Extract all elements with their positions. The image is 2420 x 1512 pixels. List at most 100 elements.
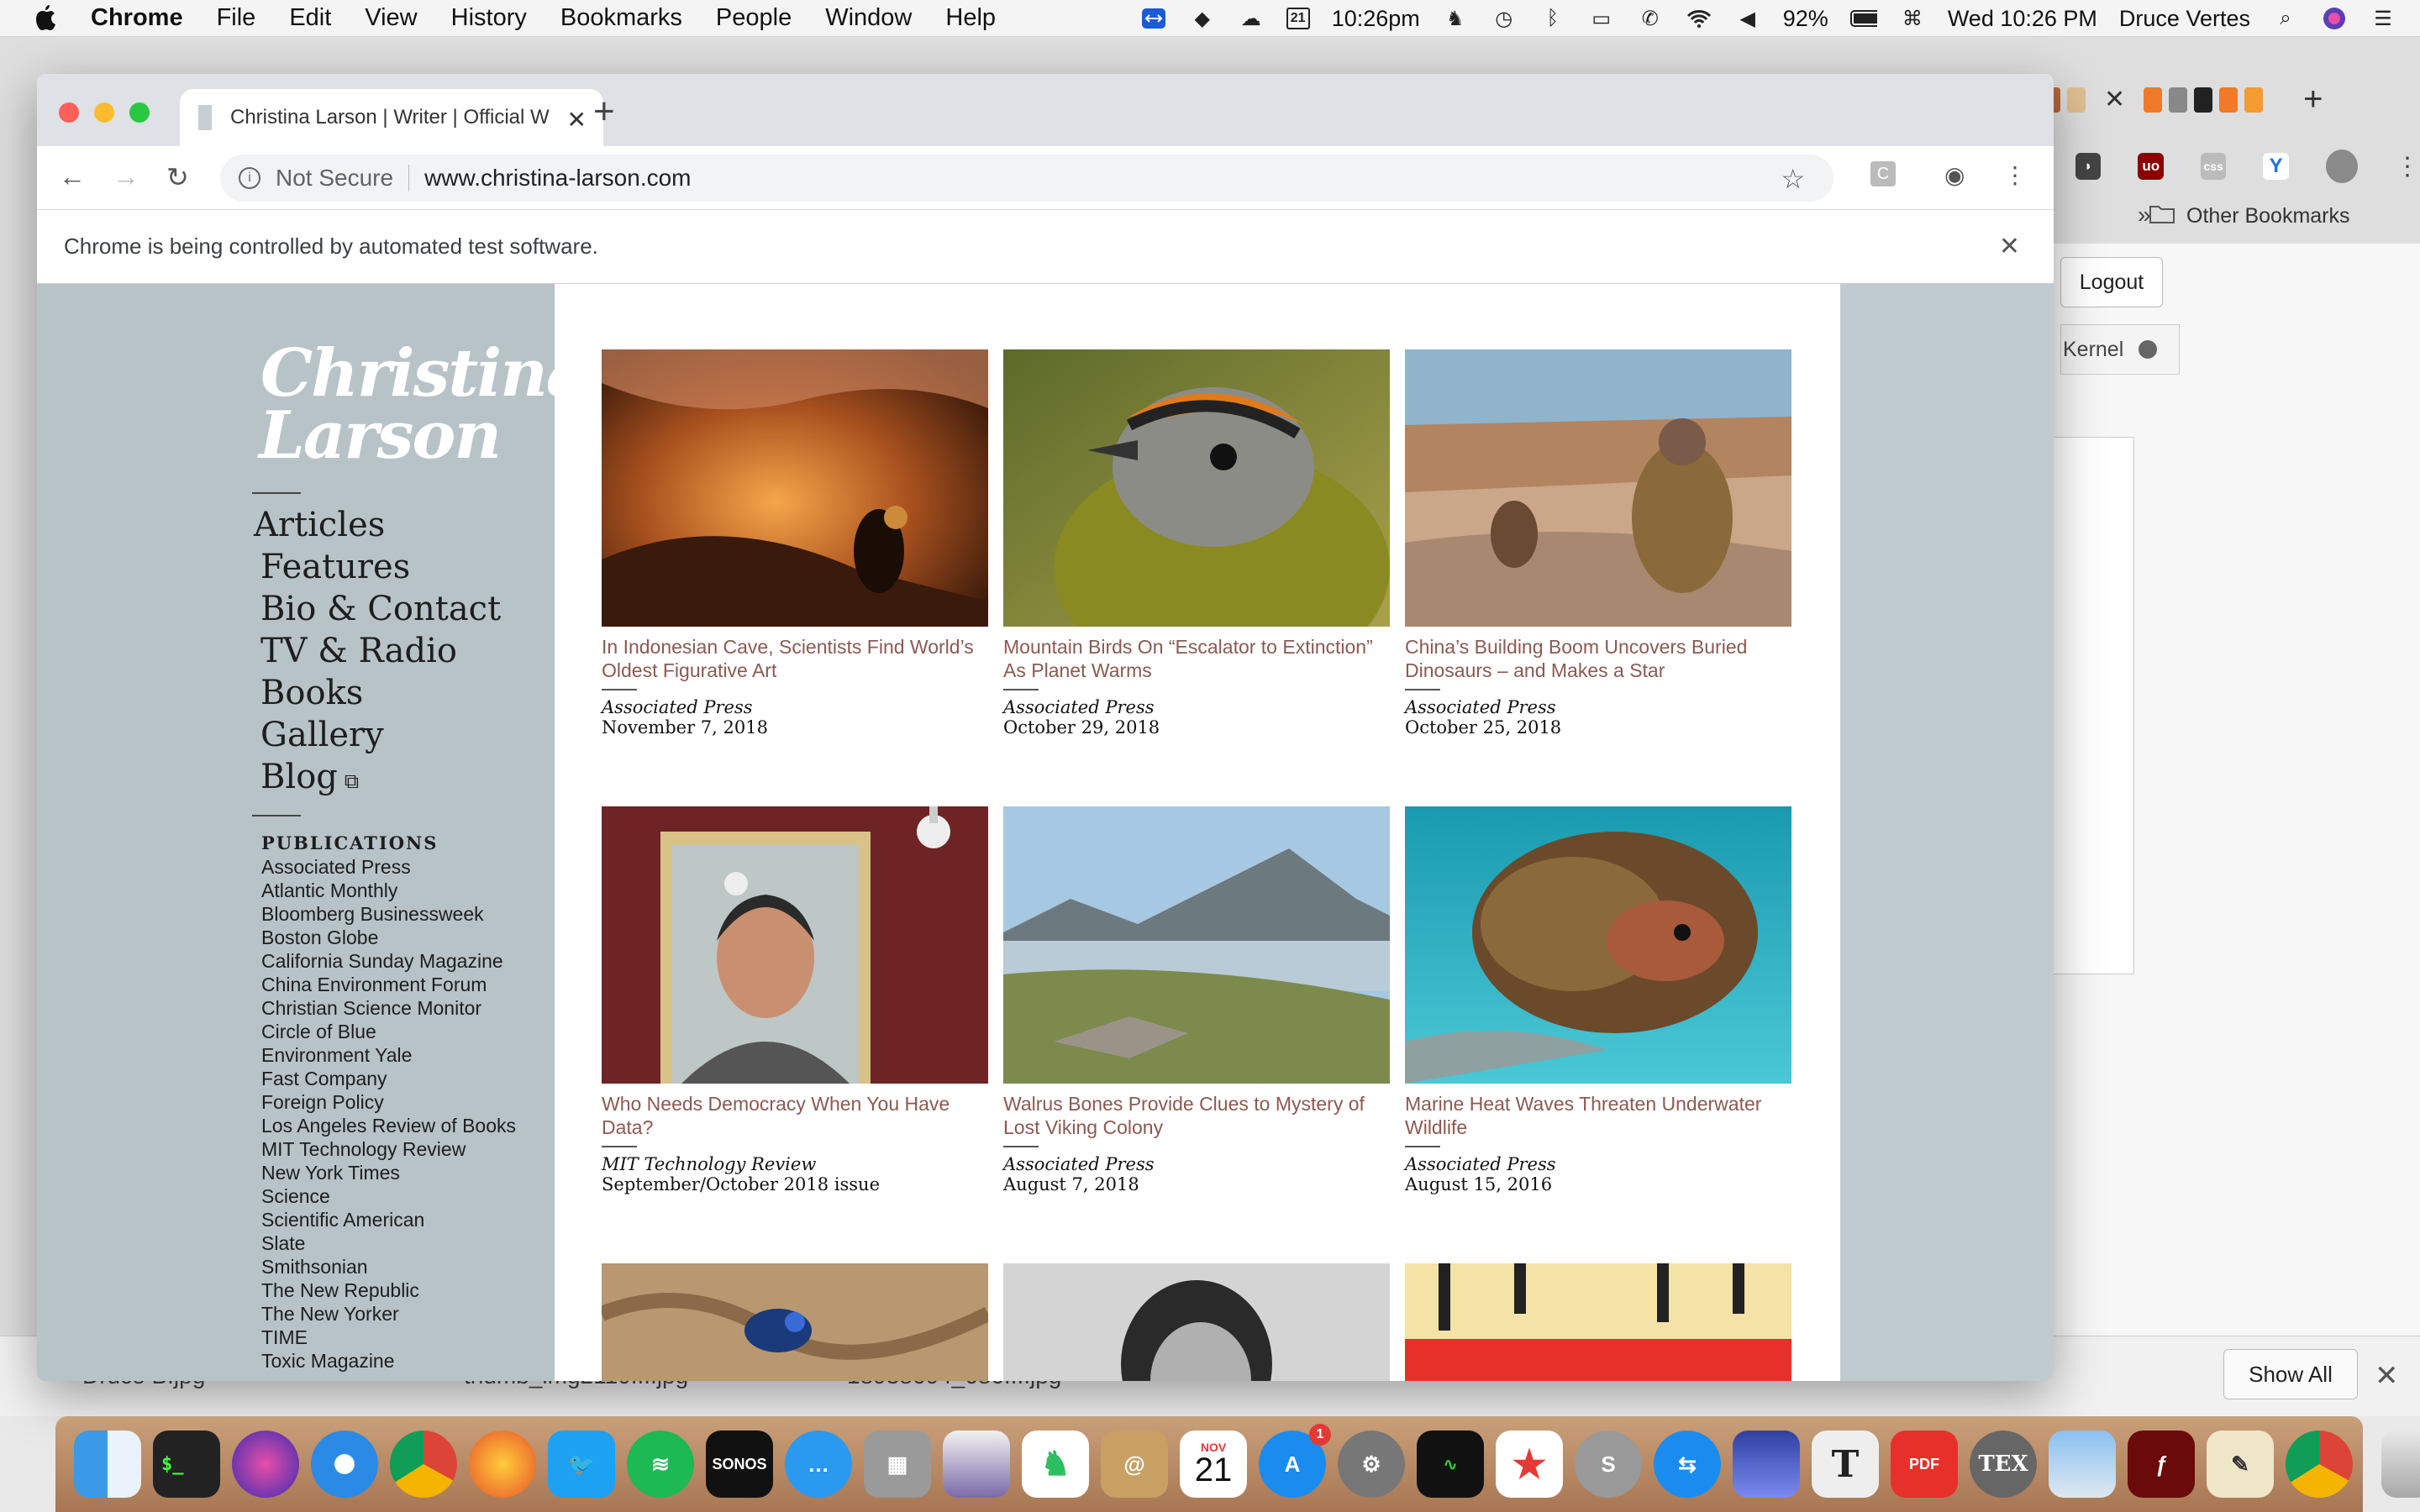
other-bookmarks[interactable]: Other Bookmarks (2149, 203, 2350, 229)
finder-icon[interactable] (74, 1431, 141, 1498)
menubar-clock-short[interactable]: 10:26pm (1332, 6, 1420, 32)
nav-books[interactable]: Books (260, 672, 501, 714)
nav-articles[interactable]: Articles (254, 504, 501, 546)
close-window-button[interactable] (59, 102, 79, 123)
article-image-cave[interactable] (602, 349, 988, 627)
tab-christina-larson[interactable]: Christina Larson | Writer | Official Web… (180, 89, 603, 146)
phone-icon[interactable]: ✆ (1637, 6, 1664, 31)
firefox-icon[interactable] (469, 1431, 536, 1498)
bg-menu-icon[interactable]: ⋮ (2395, 152, 2420, 181)
show-all-downloads-button[interactable]: Show All (2223, 1349, 2358, 1399)
siri-icon[interactable] (2321, 6, 2348, 31)
publication-link[interactable]: The New Yorker (261, 1302, 539, 1326)
extension-c-icon[interactable]: C (1870, 161, 1896, 186)
preview-icon[interactable] (2049, 1431, 2116, 1498)
back-arrow-icon[interactable]: ← (59, 161, 86, 192)
activity-monitor-icon[interactable]: ∿ (1417, 1431, 1484, 1498)
info-icon[interactable]: i (239, 167, 260, 189)
twitter-icon[interactable]: 🐦 (548, 1431, 615, 1498)
spotlight-search-icon[interactable]: ⌕ (2272, 6, 2299, 31)
notification-center-icon[interactable]: ☰ (2370, 6, 2396, 31)
steam-icon[interactable]: S (1575, 1431, 1642, 1498)
tab-close-icon[interactable]: ✕ (567, 106, 587, 134)
keyboard-shortcut-icon[interactable]: ⌘ (1899, 6, 1926, 31)
article-image-dinosaur-dig[interactable] (1405, 349, 1791, 627)
menubar-datetime[interactable]: Wed 10:26 PM (1948, 6, 2097, 32)
bg-new-tab-icon[interactable]: + (2303, 81, 2323, 118)
safari-icon[interactable] (311, 1431, 378, 1498)
calculator-icon[interactable]: ▦ (864, 1431, 931, 1498)
siri-dock-icon[interactable] (232, 1431, 299, 1498)
security-indicator[interactable]: Not Secure (276, 165, 393, 192)
publication-link[interactable]: The New Republic (261, 1278, 539, 1302)
cloud-alert-icon[interactable]: ☁ (1238, 6, 1265, 31)
zoom-window-button[interactable] (129, 102, 150, 123)
chrome-menu-icon[interactable]: ⋮ (2003, 161, 2027, 189)
article-card[interactable]: Who Needs Democracy When You Have Data? … (602, 806, 988, 1194)
publication-link[interactable]: Fast Company (261, 1067, 539, 1090)
article-image-mao-portrait[interactable] (602, 806, 988, 1084)
menu-help[interactable]: Help (945, 4, 996, 32)
article-title[interactable]: In Indonesian Cave, Scientists Find Worl… (602, 635, 988, 682)
bg-tab-favicon[interactable] (2144, 87, 2163, 113)
article-card[interactable]: Mountain Birds On “Escalator to Extincti… (1003, 349, 1390, 738)
profile-icon[interactable]: ◉ (1944, 161, 1965, 189)
chrome-dock-icon-2[interactable] (2286, 1431, 2353, 1498)
article-image-sea-turtle[interactable] (1405, 806, 1791, 1084)
article-image-portrait-bw[interactable] (1003, 1263, 1390, 1381)
article-title[interactable]: Walrus Bones Provide Clues to Mystery of… (1003, 1092, 1390, 1139)
chrome-dock-icon[interactable] (390, 1431, 457, 1498)
infobar-close-icon[interactable]: ✕ (1999, 232, 2020, 261)
calendar-icon[interactable]: NOV 21 (1180, 1431, 1247, 1498)
teamviewer-dock-icon[interactable]: ⇆ (1654, 1431, 1721, 1498)
app-menu-chrome[interactable]: Chrome (91, 4, 183, 32)
url-text[interactable]: www.christina-larson.com (424, 165, 691, 192)
bg-tab-favicon[interactable] (2194, 87, 2213, 113)
bookmark-star-icon[interactable]: ☆ (1781, 163, 1805, 195)
article-title[interactable]: Who Needs Democracy When You Have Data? (602, 1092, 988, 1139)
omnibox[interactable]: i Not Secure www.christina-larson.com ☆ (220, 155, 1833, 202)
textedit-icon[interactable]: T (1812, 1431, 1879, 1498)
mission-control-icon[interactable] (1733, 1431, 1800, 1498)
reload-icon[interactable]: ↻ (166, 161, 189, 193)
nav-tv-radio[interactable]: TV & Radio (260, 630, 501, 672)
battery-icon[interactable] (1849, 6, 1877, 31)
publication-link[interactable]: Smithsonian (261, 1255, 539, 1278)
pokerstars-icon[interactable]: ★ (1496, 1431, 1563, 1498)
article-card[interactable]: In Indonesian Cave, Scientists Find Worl… (602, 349, 988, 738)
article-card[interactable] (1003, 1263, 1390, 1381)
dropbox-icon[interactable]: ◆ (1189, 6, 1216, 31)
close-downloads-icon[interactable]: ✕ (2375, 1359, 2399, 1393)
article-image-greenland[interactable] (1003, 806, 1390, 1084)
app-store-icon[interactable]: A1 (1259, 1424, 1331, 1498)
publication-link[interactable]: California Sunday Magazine (261, 949, 539, 973)
extension-y-icon[interactable]: Y (2263, 153, 2289, 180)
minimize-window-button[interactable] (94, 102, 114, 123)
profile-avatar[interactable] (2325, 150, 2358, 183)
publication-link[interactable]: Christian Science Monitor (261, 996, 539, 1020)
flash-icon[interactable]: ƒ (2128, 1431, 2195, 1498)
menubar-user[interactable]: Druce Vertes (2119, 6, 2250, 32)
bg-tab-favicon[interactable] (2244, 87, 2264, 113)
publication-link[interactable]: MIT Technology Review (261, 1137, 539, 1161)
publication-link[interactable]: Bloomberg Businessweek (261, 902, 539, 926)
logout-button[interactable]: Logout (2060, 257, 2163, 307)
publication-link[interactable]: Environment Yale (261, 1043, 539, 1067)
article-card[interactable]: Marine Heat Waves Threaten Underwater Wi… (1405, 806, 1791, 1194)
forward-arrow-icon[interactable]: → (113, 161, 139, 192)
spotify-icon[interactable]: ≋ (627, 1431, 694, 1498)
bg-tab-close-icon[interactable]: ✕ (2104, 85, 2125, 114)
terminal-icon[interactable]: $_ (153, 1431, 220, 1498)
publication-link[interactable]: Circle of Blue (261, 1020, 539, 1043)
article-image-bird[interactable] (1003, 349, 1390, 627)
pdf-app-icon[interactable]: PDF (1891, 1431, 1958, 1498)
system-preferences-icon[interactable]: ⚙ (1338, 1431, 1405, 1498)
css-extension-icon[interactable]: css (2200, 153, 2227, 180)
calendar-status-icon[interactable]: 21 (1286, 8, 1310, 29)
tex-icon[interactable]: TEX (1970, 1431, 2037, 1498)
wifi-icon[interactable] (1686, 6, 1712, 31)
grapher-icon[interactable] (943, 1431, 1010, 1498)
battery-percentage[interactable]: 92% (1783, 6, 1828, 32)
article-image-bird-nest[interactable] (602, 1263, 988, 1381)
menu-edit[interactable]: Edit (289, 4, 331, 32)
